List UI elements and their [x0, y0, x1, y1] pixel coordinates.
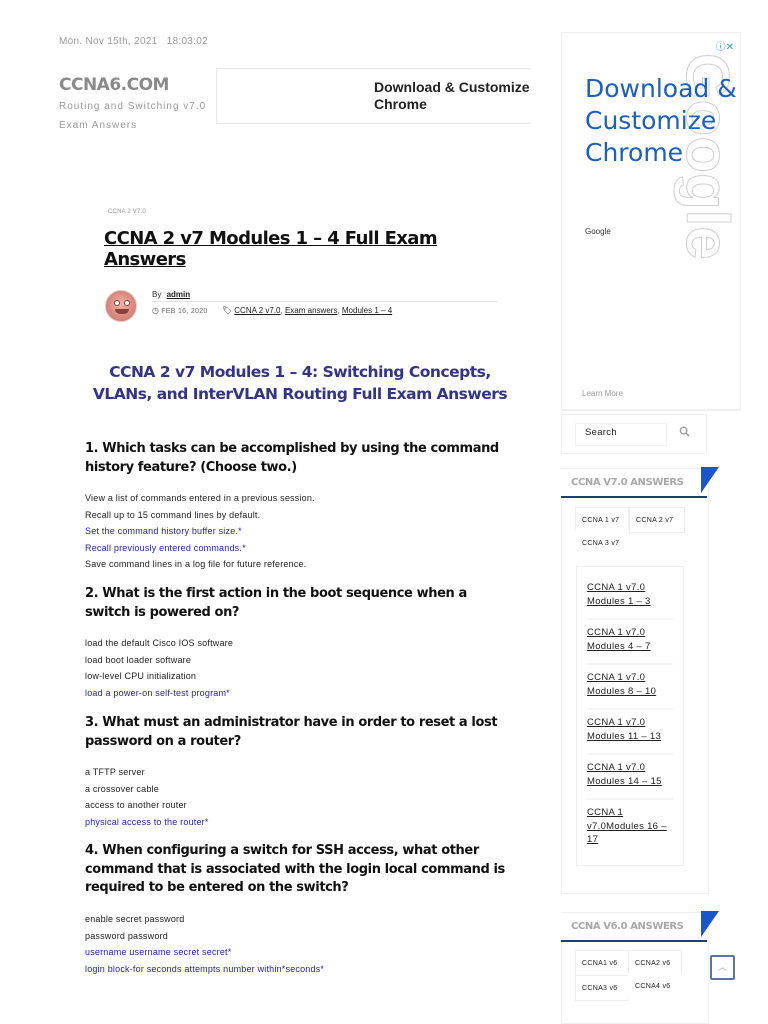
answer-item: access to another router: [85, 800, 187, 811]
author-avatar[interactable]: [105, 290, 137, 322]
question-1: 1. Which tasks can be accomplished by us…: [85, 441, 499, 475]
tab-ccna4-v6[interactable]: CCNA4 v6: [628, 973, 682, 999]
module-link[interactable]: CCNA 1 v7.0 Modules 11 – 13: [587, 717, 661, 742]
sidebar-ad[interactable]: Google ⓘ✕ Download & Customize Chrome Go…: [561, 32, 741, 410]
author-link[interactable]: admin: [167, 290, 191, 299]
question-3: 3. What must an administrator have in or…: [85, 715, 498, 749]
ad-brand: Google: [585, 227, 611, 236]
link-item: CCNA 1 v7.0 Modules 11 – 13: [587, 710, 673, 755]
answer-item: load the default Cisco IOS software: [85, 638, 234, 648]
tab-ccna1-v6[interactable]: CCNA1 v6: [575, 950, 629, 976]
search-widget: Search: [561, 414, 707, 454]
link-item: CCNA 1 v7.0 Modules 4 – 7: [587, 620, 673, 665]
answer-list-2: load the default Cisco IOS software load…: [85, 635, 515, 701]
category-label[interactable]: CCNA 2 V7.0: [108, 209, 146, 215]
tag-link[interactable]: Modules 1 – 4: [342, 306, 392, 315]
learn-more-link[interactable]: Learn More: [582, 389, 623, 398]
answer-item: a TFTP server: [85, 767, 145, 777]
correct-answer-item: physical access to the router*: [85, 816, 209, 827]
top-ad-line-1: Download & Customize: [374, 79, 530, 95]
answer-item: low-level CPU initialization: [85, 671, 197, 682]
tab-ccna2-v7[interactable]: CCNA 2 v7: [629, 507, 685, 533]
ad-controls: ⓘ✕: [716, 38, 734, 53]
widget-title-text: CCNA V6.0 ANSWERS: [571, 921, 684, 932]
link-item: CCNA 1 v7.0 Modules 14 – 15: [587, 755, 673, 800]
module-link[interactable]: CCNA 1 v7.0 Modules 4 – 7: [587, 627, 651, 652]
answer-item: password password: [85, 930, 168, 941]
site-name[interactable]: CCNA6.COM: [59, 75, 206, 95]
search-icon[interactable]: [675, 425, 693, 443]
tab-ccna3-v7[interactable]: CCNA 3 v7: [575, 530, 629, 556]
flag-decoration: [701, 467, 719, 493]
widget-title-text: CCNA V7.0 ANSWERS: [571, 477, 684, 488]
link-item: CCNA 1 v7.0 Modules 8 – 10: [587, 665, 673, 710]
ccna1-v7-links: CCNA 1 v7.0 Modules 1 – 3 CCNA 1 v7.0 Mo…: [576, 566, 684, 866]
post-meta: ◷ FEB 16, 2020 🏷 CCNA 2 v7.0, Exam answe…: [152, 306, 393, 315]
ccna-v7-widget-title: CCNA V7.0 ANSWERS: [561, 467, 719, 498]
close-icon[interactable]: ✕: [726, 42, 734, 53]
ad-headline[interactable]: Download & Customize Chrome: [585, 73, 740, 169]
answer-item: a crossover cable: [85, 783, 159, 794]
current-date: Mon. Nov 15th, 2021: [59, 36, 158, 47]
tagline-line-1: Routing and Switching v7.0: [59, 101, 207, 112]
article-heading: CCNA 2 v7 Modules 1 – 4: Switching Conce…: [92, 363, 508, 403]
header-datetime: Mon. Nov 15th, 2021 18:03:02: [59, 36, 208, 47]
flag-decoration: [701, 911, 719, 937]
avatar-mouth: [115, 309, 129, 314]
answer-item: load boot loader software: [85, 654, 192, 665]
answer-item: Recall up to 15 command lines by default…: [85, 509, 261, 520]
post-date: FEB 16, 2020: [161, 308, 208, 315]
answer-list-3: a TFTP server a crossover cable access t…: [85, 764, 515, 830]
site-tagline: Routing and Switching v7.0 Exam Answers: [59, 97, 206, 135]
correct-answer-item: username username secret secret*: [85, 947, 232, 958]
ccna-v6-widget-title: CCNA V6.0 ANSWERS: [561, 911, 719, 942]
top-ad-text[interactable]: Download & Customize Chrome: [374, 79, 530, 113]
tag-icon: 🏷: [221, 306, 233, 315]
search-input[interactable]: Search: [575, 423, 667, 446]
link-item: CCNA 1 v7.0 Modules 1 – 3: [587, 575, 673, 620]
divider: [561, 410, 741, 411]
answer-item: enable secret password: [85, 914, 185, 924]
answer-list-4: enable secret password password password…: [85, 911, 515, 977]
current-time: 18:03:02: [166, 36, 208, 47]
answer-item: Save command lines in a log file for fut…: [85, 559, 307, 570]
module-link[interactable]: CCNA 1 v7.0 Modules 1 – 3: [587, 582, 651, 607]
site-logo[interactable]: CCNA6.COM Routing and Switching v7.0 Exa…: [59, 75, 206, 135]
info-icon[interactable]: ⓘ: [716, 42, 726, 53]
tag-link[interactable]: CCNA 2 v7.0: [234, 306, 280, 315]
chevron-up-icon: ︿: [717, 962, 727, 972]
module-link[interactable]: CCNA 1 v7.0 Modules 8 – 10: [587, 672, 656, 697]
top-banner-ad[interactable]: Download & Customize Chrome: [216, 68, 530, 124]
scroll-to-top-button[interactable]: ︿: [710, 955, 735, 980]
top-ad-line-2: Chrome: [374, 96, 427, 112]
module-link[interactable]: CCNA 1 v7.0Modules 16 – 17: [587, 807, 667, 845]
post-title[interactable]: CCNA 2 v7 Modules 1 – 4 Full Exam Answer…: [104, 228, 474, 270]
clock-icon: ◷: [152, 306, 159, 315]
correct-answer-item: login block-for seconds attempts number …: [85, 963, 325, 974]
link-item: CCNA 1 v7.0Modules 16 – 17: [587, 800, 673, 857]
tagline-line-2: Exam Answers: [59, 120, 138, 131]
answer-list-1: View a list of commands entered in a pre…: [85, 490, 515, 573]
module-link[interactable]: CCNA 1 v7.0 Modules 14 – 15: [587, 762, 662, 787]
correct-answer-item: Set the command history buffer size.*: [85, 526, 242, 537]
by-label: By: [152, 290, 162, 299]
correct-answer-item: load a power-on self-test program*: [85, 687, 230, 698]
correct-answer-item: Recall previously entered commands.*: [85, 542, 246, 553]
question-4: 4. When configuring a switch for SSH acc…: [85, 843, 505, 895]
answer-item: View a list of commands entered in a pre…: [85, 493, 315, 503]
question-2: 2. What is the first action in the boot …: [85, 586, 467, 620]
tag-link[interactable]: Exam answers: [285, 306, 337, 315]
byline: By admin: [152, 290, 497, 302]
avatar-eyes: [114, 300, 130, 306]
tab-ccna3-v6[interactable]: CCNA3 v6: [575, 975, 629, 1001]
